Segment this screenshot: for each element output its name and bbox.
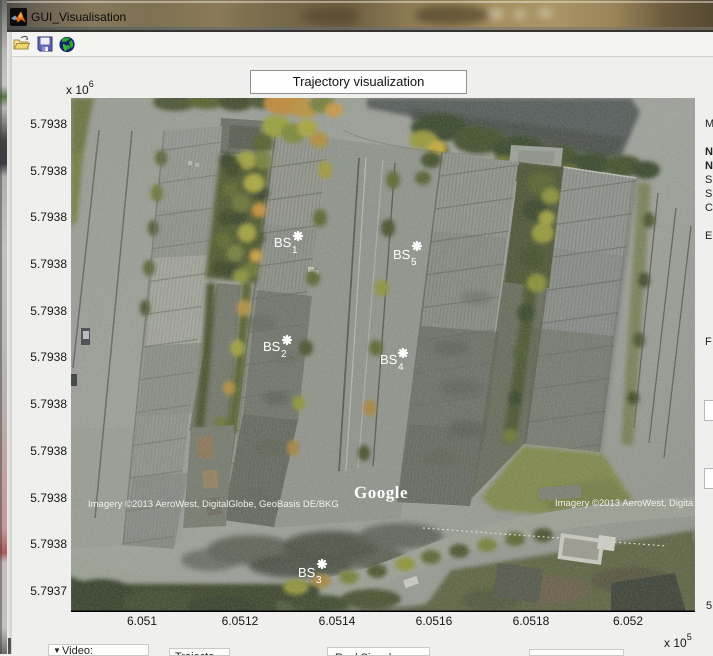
svg-text:BS: BS <box>380 352 398 367</box>
svg-text:1: 1 <box>292 245 298 256</box>
svg-text:BS: BS <box>274 235 292 250</box>
svg-text:Imagery ©2013 AeroWest, Digita: Imagery ©2013 AeroWest, Digita <box>555 498 694 509</box>
svg-text:BS: BS <box>393 247 411 262</box>
svg-text:4: 4 <box>398 362 404 373</box>
svg-text:2: 2 <box>281 349 287 360</box>
svg-text:BS: BS <box>263 339 281 354</box>
svg-text:5: 5 <box>411 257 417 268</box>
svg-text:Google: Google <box>354 483 408 502</box>
svg-text:BS: BS <box>298 565 316 580</box>
svg-text:Imagery ©2013 AeroWest, Digita: Imagery ©2013 AeroWest, DigitalGlobe, Ge… <box>88 499 339 510</box>
svg-text:3: 3 <box>316 575 322 586</box>
